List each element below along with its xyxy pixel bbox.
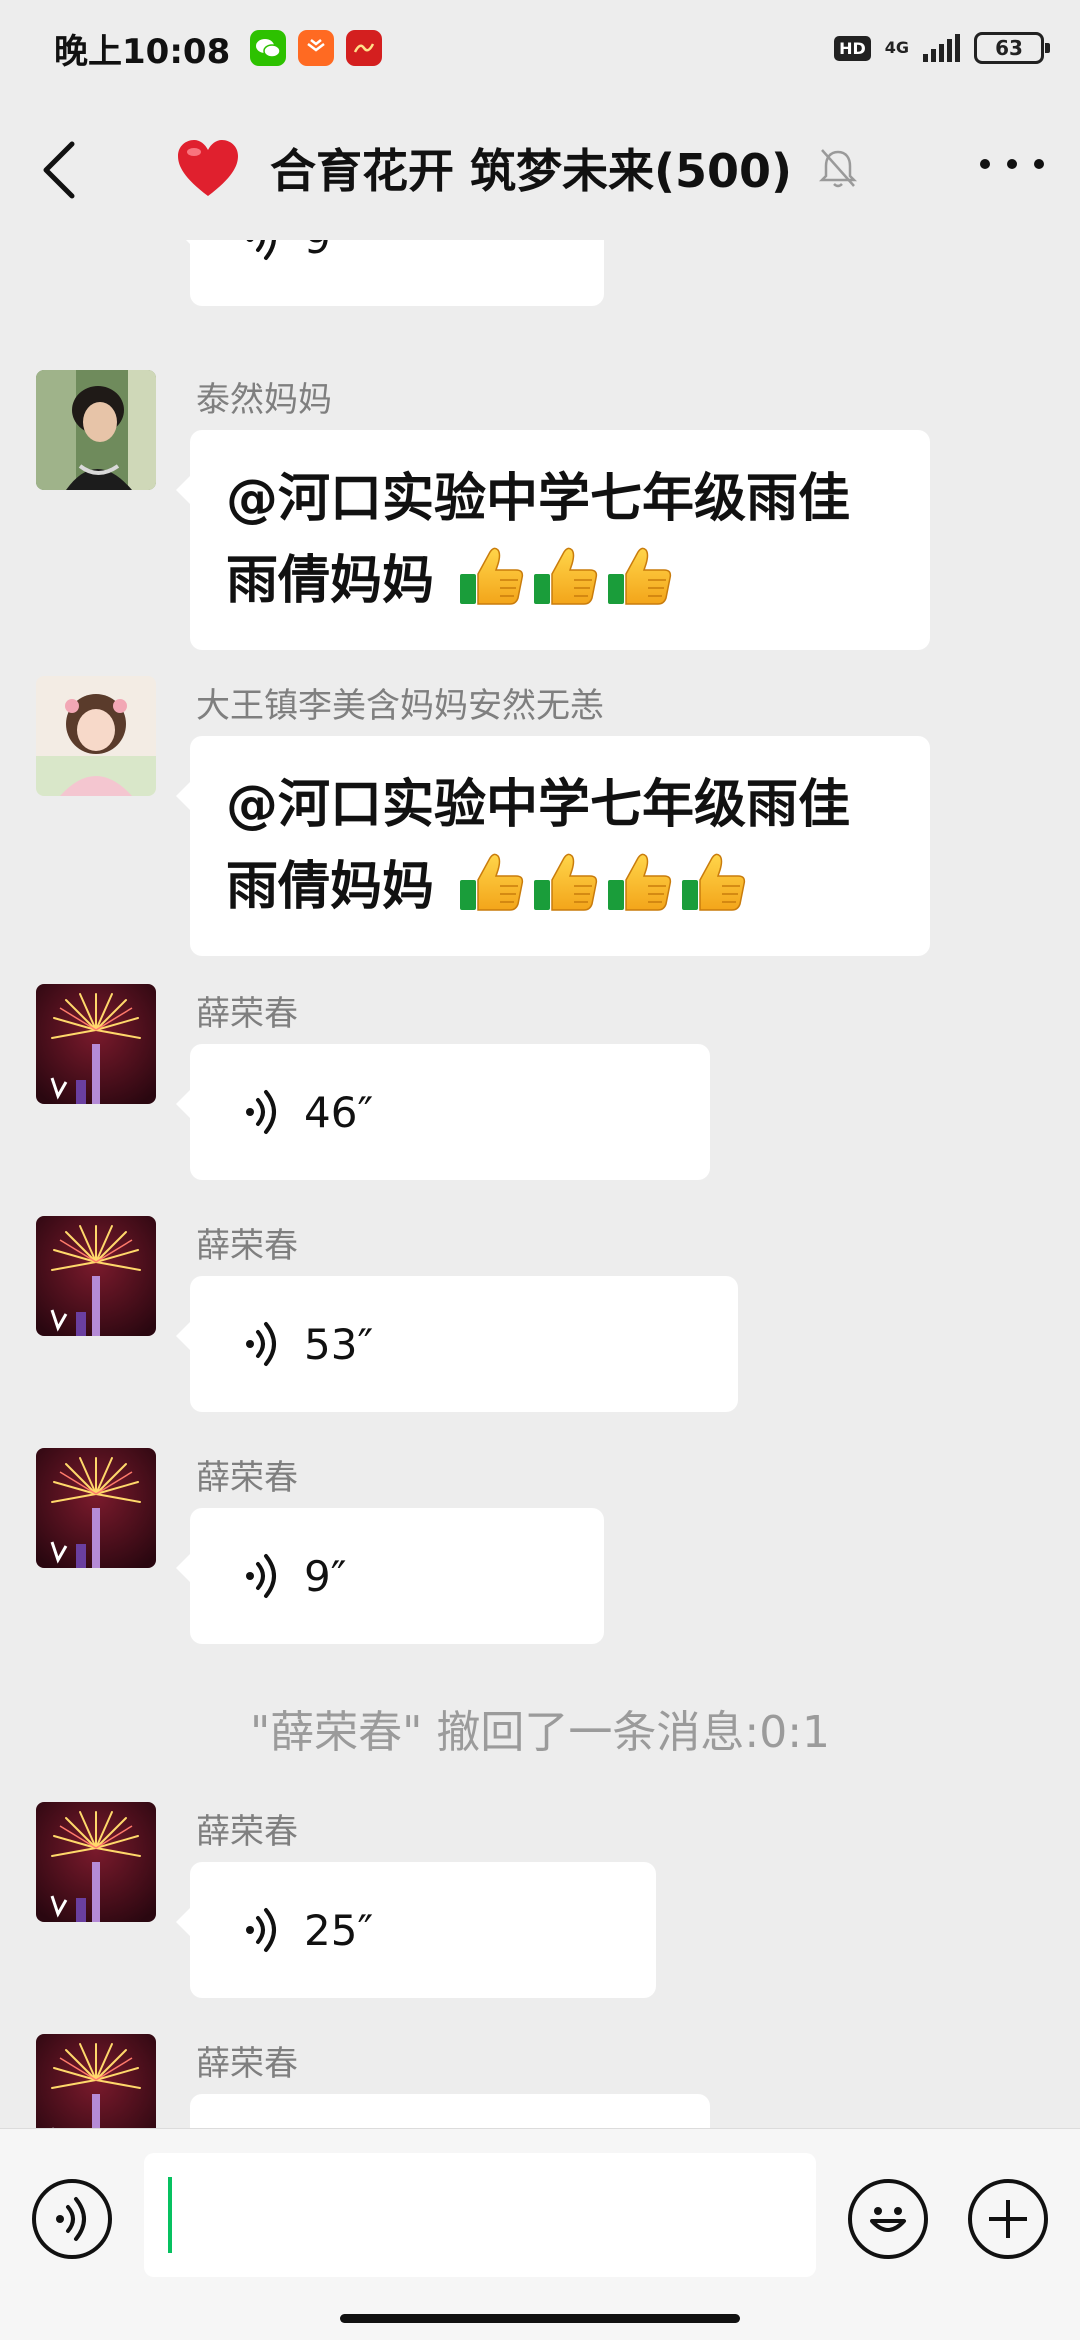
chevron-left-icon <box>43 141 75 199</box>
avatar[interactable] <box>36 1802 156 1922</box>
plus-button[interactable] <box>968 2179 1048 2259</box>
bell-muted-icon <box>819 149 858 188</box>
voice-duration: 9″ <box>304 1551 347 1601</box>
network-type: 4G <box>884 38 909 57</box>
more-options-button[interactable] <box>980 144 1044 184</box>
avatar[interactable] <box>36 2034 156 2128</box>
thumbs-up-icon <box>604 544 676 608</box>
sender-name: 薛荣春 <box>196 1458 298 1498</box>
chat-title: 合育花开 筑梦未来(500) <box>270 144 793 198</box>
voice-wave-icon <box>242 1906 282 1954</box>
dot-icon <box>1034 159 1044 169</box>
thumbs-up-icon <box>530 850 602 914</box>
thumbs-up-icon <box>456 544 528 608</box>
voice-message-bubble[interactable]: 9″ <box>176 1508 604 1644</box>
thumbs-up-icon <box>456 850 528 914</box>
sender-name: 薛荣春 <box>196 1226 298 1266</box>
sender-name: 泰然妈妈 <box>196 380 332 420</box>
chat-title-area[interactable]: 合育花开 筑梦未来(500) <box>176 132 858 204</box>
heart-icon <box>178 140 238 196</box>
voice-wave-icon <box>242 1088 282 1136</box>
text-message-bubble[interactable]: @河口实验中学七年级雨佳雨倩妈妈 <box>176 736 930 956</box>
sender-name: 大王镇李美含妈妈安然无恙 <box>196 686 604 726</box>
wechat-icon <box>250 30 287 66</box>
voice-mode-button[interactable] <box>32 2179 112 2259</box>
chat-header: 合育花开 筑梦未来(500) <box>0 96 1080 240</box>
voice-message-bubble[interactable] <box>190 2094 710 2128</box>
home-indicator[interactable] <box>340 2314 740 2323</box>
voice-wave-icon <box>242 1320 282 1368</box>
voice-duration: 46″ <box>304 1087 374 1137</box>
text-message-bubble[interactable]: @河口实验中学七年级雨佳雨倩妈妈 <box>176 430 930 650</box>
dot-icon <box>1007 159 1017 169</box>
plus-icon <box>989 2200 1027 2238</box>
dot-icon <box>980 159 990 169</box>
voice-message-bubble[interactable]: 46″ <box>176 1044 710 1180</box>
voice-duration: 53″ <box>304 1319 374 1369</box>
taobao-icon <box>298 30 335 66</box>
voice-message-bubble[interactable]: 53″ <box>176 1276 738 1412</box>
avatar[interactable] <box>36 676 156 796</box>
status-bar: 晚上10:08 HD 4G 63 <box>0 0 1080 96</box>
voice-message-bubble[interactable]: 25″ <box>176 1862 656 1998</box>
message-list[interactable]: 9″ 泰然妈妈 @河口实验中学七年级雨佳雨倩妈妈 大王镇李美含妈妈安然无恙 @河… <box>0 240 1080 2128</box>
voice-wave-icon <box>242 1552 282 1600</box>
battery-icon: 63 <box>974 32 1050 64</box>
sender-name: 薛荣春 <box>196 1812 298 1852</box>
xuexi-icon <box>346 30 383 66</box>
avatar[interactable] <box>36 984 156 1104</box>
avatar[interactable] <box>36 1216 156 1336</box>
thumbs-up-icon <box>530 544 602 608</box>
status-time: 晚上10:08 <box>54 31 231 72</box>
signal-icon <box>923 34 960 62</box>
thumbs-up-icon <box>604 850 676 914</box>
voice-wave-icon <box>242 240 282 262</box>
voice-message-bubble[interactable]: 9″ <box>176 240 604 306</box>
voice-mode-icon <box>52 2195 92 2243</box>
emoji-button[interactable] <box>848 2179 928 2259</box>
system-notice: "薛荣春" 撤回了一条消息:0:1 <box>249 1707 831 1758</box>
text-cursor <box>168 2177 172 2253</box>
avatar[interactable] <box>36 1448 156 1568</box>
back-button[interactable] <box>40 140 80 200</box>
sender-name: 薛荣春 <box>196 994 298 1034</box>
input-bar <box>0 2128 1080 2340</box>
battery-level: 63 <box>995 36 1023 60</box>
voice-duration: 9″ <box>304 240 346 263</box>
thumbs-up-icon <box>678 850 750 914</box>
voice-duration: 25″ <box>304 1905 374 1955</box>
hd-badge: HD <box>834 35 871 61</box>
avatar[interactable] <box>36 370 156 490</box>
sender-name: 薛荣春 <box>196 2044 298 2084</box>
emoji-icon <box>870 2207 906 2232</box>
message-input[interactable] <box>144 2153 816 2277</box>
